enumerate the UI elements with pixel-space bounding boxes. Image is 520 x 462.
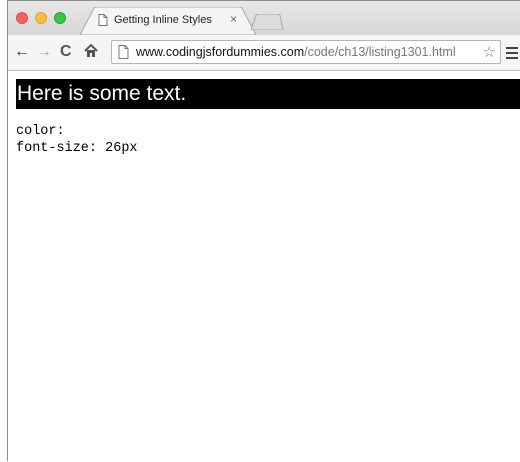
- close-icon[interactable]: ×: [230, 12, 237, 26]
- browser-window: Getting Inline Styles × ← → C www.coding…: [7, 0, 520, 461]
- star-icon[interactable]: ☆: [483, 43, 496, 61]
- reload-icon[interactable]: C: [60, 44, 72, 60]
- styled-text-heading: Here is some text.: [16, 79, 520, 109]
- tab-active[interactable]: Getting Inline Styles ×: [80, 7, 256, 35]
- output-line-font-size: font-size: 26px: [16, 141, 138, 156]
- new-tab-button[interactable]: [251, 14, 283, 30]
- page-icon: [118, 45, 129, 59]
- toolbar: ← → C www.codingjsfordummies.com/code/ch…: [8, 35, 520, 71]
- menu-icon[interactable]: [506, 47, 518, 62]
- url-text[interactable]: www.codingjsfordummies.com/code/ch13/lis…: [136, 45, 456, 59]
- home-icon[interactable]: [84, 44, 98, 58]
- page-content: Here is some text. color: font-size: 26px: [8, 71, 520, 462]
- minimize-window-button[interactable]: [35, 12, 47, 24]
- tab-title: Getting Inline Styles: [114, 14, 212, 26]
- close-window-button[interactable]: [16, 12, 28, 24]
- zoom-window-button[interactable]: [54, 12, 66, 24]
- forward-arrow-icon[interactable]: →: [36, 44, 52, 60]
- output-line-color: color:: [16, 124, 65, 139]
- tab-strip: Getting Inline Styles ×: [8, 1, 520, 35]
- address-bar[interactable]: www.codingjsfordummies.com/code/ch13/lis…: [111, 40, 501, 64]
- page-icon: [98, 14, 108, 26]
- url-host: www.codingjsfordummies.com: [136, 45, 305, 59]
- style-output: color: font-size: 26px: [16, 123, 138, 157]
- back-arrow-icon[interactable]: ←: [14, 44, 30, 60]
- url-path: /code/ch13/listing1301.html: [304, 45, 456, 59]
